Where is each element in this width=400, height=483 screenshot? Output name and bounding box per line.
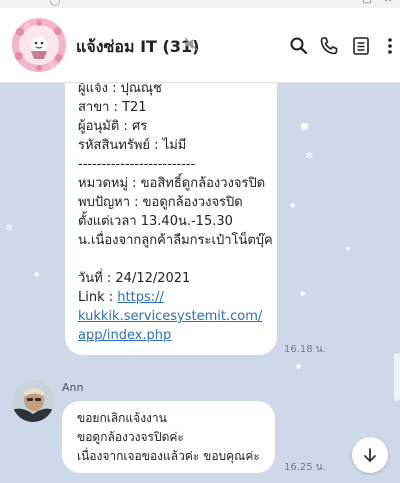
message-line: สาขา : T21 (78, 100, 147, 115)
message-line: ขอยกเลิกแจ้งงาน (77, 411, 167, 425)
message-link[interactable]: app/index.php (78, 326, 277, 345)
maximize-icon[interactable]: □ (362, 0, 371, 5)
message-link[interactable]: kukkik.servicesystemit.com/ (78, 307, 277, 326)
message-line: พบปัญหา : ขอดูกล้องวงจรปิด (78, 195, 243, 210)
sender-avatar[interactable] (12, 380, 54, 422)
window-strip: — □ ✕ (0, 0, 400, 8)
scroll-down-button[interactable] (352, 437, 388, 473)
message-line: หมวดหมู่ : ขอสิทธิ์ดูกล้องวงจรปิด (78, 176, 266, 191)
window-dot-icon (50, 0, 60, 6)
message-time: 16.18 น. (284, 344, 326, 355)
snowflake-icon: ❄ (305, 151, 314, 162)
scrollbar-thumb[interactable] (394, 353, 400, 401)
arrow-down-icon (364, 448, 376, 462)
close-window-icon[interactable]: ✕ (384, 0, 392, 5)
notes-icon[interactable] (351, 36, 371, 56)
message-bubble[interactable]: ขอยกเลิกแจ้งงาน ขอดูกล้องวงจรปิดค่ะ เนื่… (62, 401, 275, 473)
minimize-icon[interactable]: — (339, 0, 349, 5)
search-icon[interactable] (289, 36, 309, 56)
message-link[interactable]: https:// (117, 290, 164, 305)
message-time: 16.25 น. (284, 462, 326, 473)
chat-header: แจ้งซ่อม IT (31) (0, 8, 400, 83)
message-line: น.เนื่องจากลูกค้าลืมกระเป๋าโน็ตบุ๊ค (78, 233, 273, 248)
sender-name: Ann (62, 381, 84, 394)
message-line: ผู้แจ้ง : ปุณณุช (78, 83, 162, 96)
phone-icon[interactable] (319, 36, 339, 56)
snowflake-icon: ❄ (5, 223, 14, 234)
message-bubble[interactable]: ผู้แจ้ง : ปุณณุช สาขา : T21 ผู้อนุมัติ :… (65, 83, 277, 355)
message-link-row: Link : https:// (78, 288, 277, 307)
snowflake-icon: ● (296, 363, 302, 370)
snowflake-icon: ● (300, 290, 306, 297)
sender-avatar-art (12, 380, 54, 422)
chat-area[interactable]: ● ❄ ❄ ● ● ● ● ● ผู้แจ้ง : ปุณณุช สาขา : … (0, 83, 400, 483)
snowflake-icon: ● (290, 202, 296, 209)
group-avatar[interactable] (12, 18, 66, 72)
message-line: ขอดูกล้องวงจรปิดค่ะ (77, 430, 184, 444)
message-date: วันที่ : 24/12/2021 (78, 271, 191, 286)
snowflake-icon: ● (34, 271, 40, 278)
message-line: ------------------------- (78, 157, 196, 172)
mute-icon (184, 37, 198, 51)
message-line: รหัสสินทรัพย์ : ไม่มี (78, 138, 187, 153)
more-icon[interactable] (380, 36, 400, 56)
link-label: Link : (78, 290, 118, 305)
message-line: เนื่องจากเจอของแล้วค่ะ ขอบคุณค่ะ (77, 449, 260, 463)
snowflake-icon: ● (300, 121, 309, 132)
message-line: ตั้งแต่เวลา 13.40น.-15.30 (78, 214, 233, 229)
snowflake-icon: ● (346, 246, 351, 252)
message-line: ผู้อนุมัติ : ศร (78, 119, 148, 134)
group-avatar-art (15, 20, 63, 71)
chat-title: แจ้งซ่อม IT (31) (76, 37, 200, 56)
